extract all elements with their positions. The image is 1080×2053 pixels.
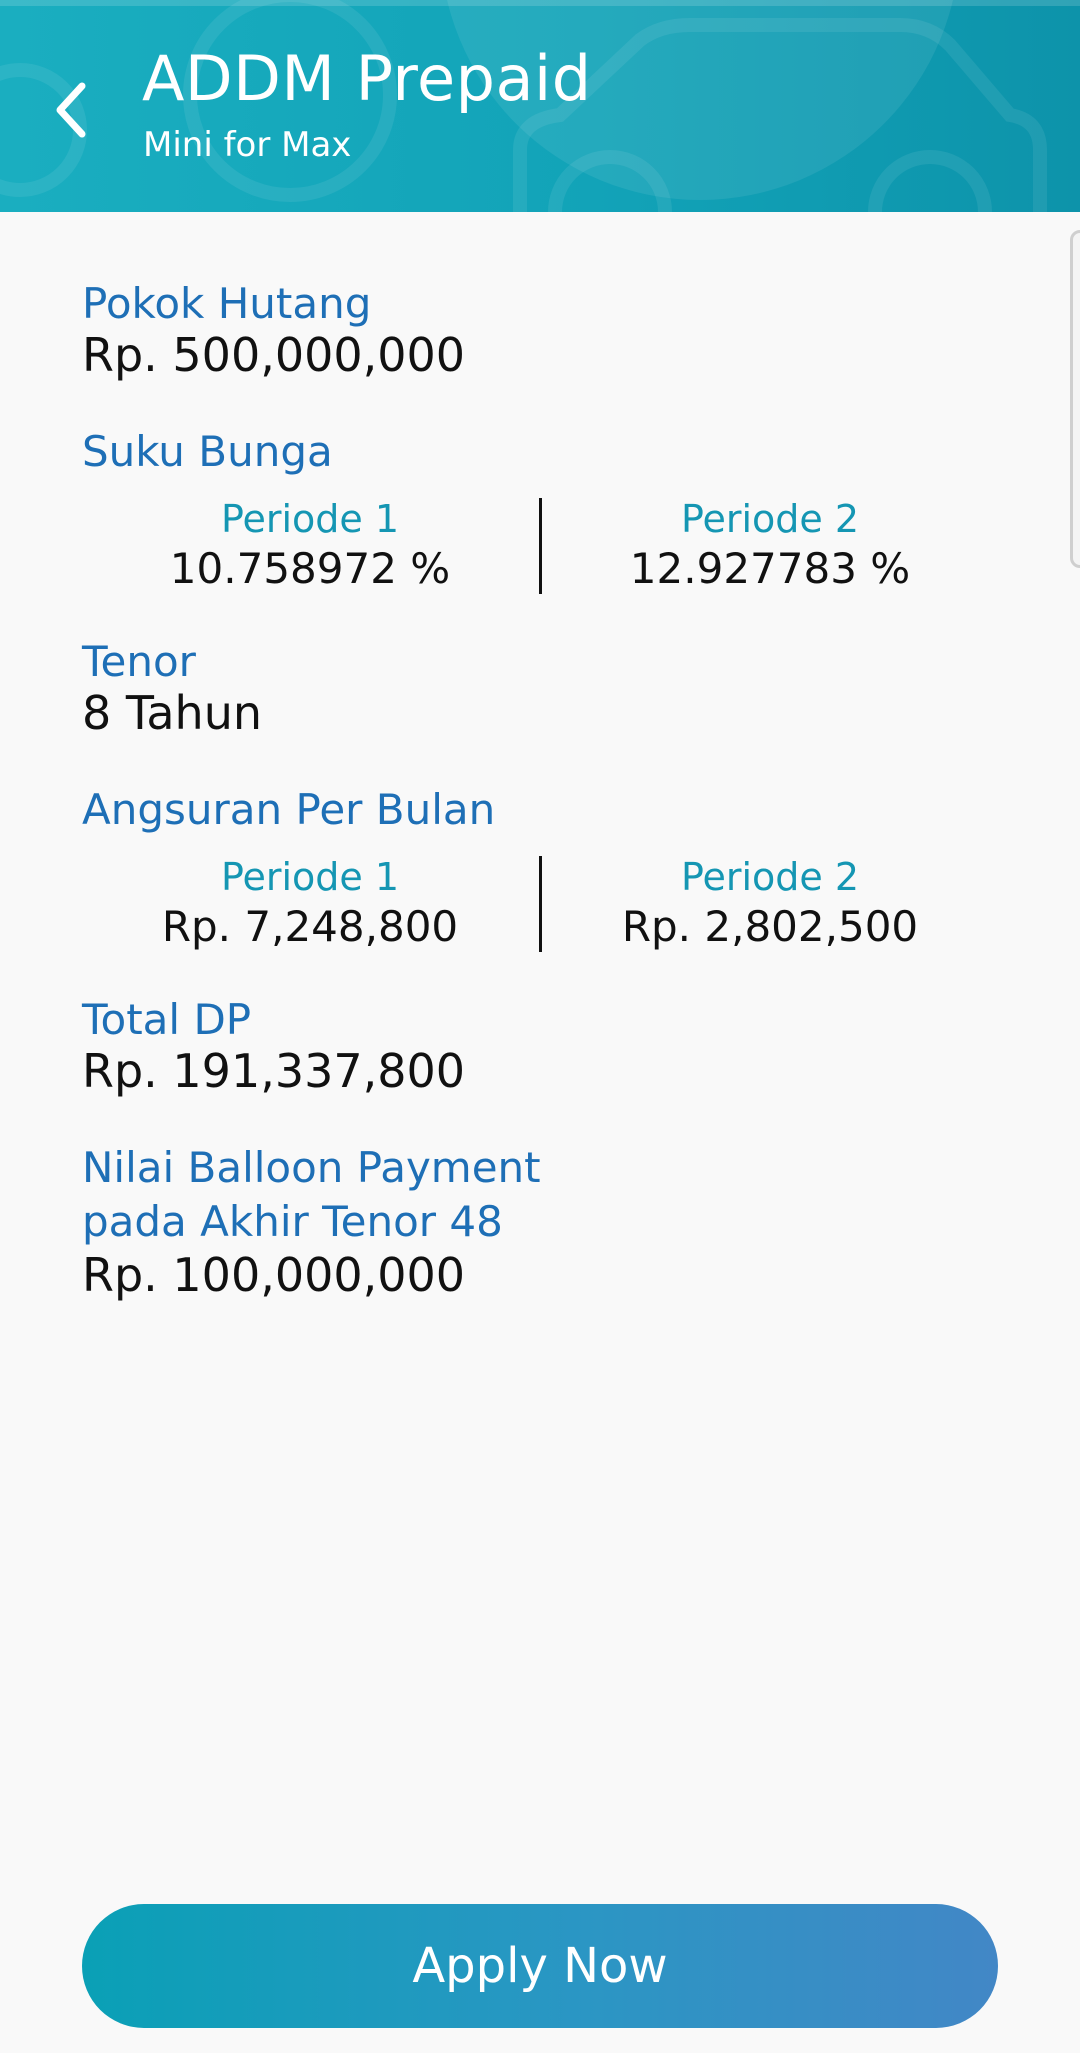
installment-period-2-value: Rp. 2,802,500 (621, 901, 919, 951)
balloon-label-line2: pada Akhir Tenor 48 (82, 1197, 503, 1246)
interest-period-1-value: 10.758972 % (169, 543, 451, 593)
page-subtitle: Mini for Max (143, 125, 352, 165)
installment-period-2-label: Periode 2 (680, 855, 860, 899)
interest-period-1: Periode 1 10.758972 % (80, 496, 540, 594)
apply-now-button[interactable]: Apply Now (82, 1904, 998, 2028)
interest-period-1-label: Periode 1 (220, 497, 400, 541)
chevron-left-icon (56, 82, 86, 138)
installment-period-1-value: Rp. 7,248,800 (161, 901, 459, 951)
tenor-label: Tenor (82, 637, 196, 686)
down-payment-label: Total DP (82, 995, 252, 1044)
interest-period-2-value: 12.927783 % (629, 543, 911, 593)
installment-period-1: Periode 1 Rp. 7,248,800 (80, 854, 540, 952)
scrollbar[interactable] (1070, 230, 1080, 568)
app-header: ADDM Prepaid Mini for Max (0, 0, 1080, 212)
interest-rate-label: Suku Bunga (82, 427, 333, 476)
installment-period-1-label: Periode 1 (220, 855, 400, 899)
tenor-value: 8 Tahun (82, 686, 263, 740)
installment-period-2: Periode 2 Rp. 2,802,500 (540, 854, 1000, 952)
installment-label: Angsuran Per Bulan (82, 785, 496, 834)
principal-value: Rp. 500,000,000 (82, 328, 466, 382)
page-title: ADDM Prepaid (142, 42, 592, 115)
interest-period-2-label: Periode 2 (680, 497, 860, 541)
balloon-label-line1: Nilai Balloon Payment (82, 1143, 541, 1192)
down-payment-value: Rp. 191,337,800 (82, 1044, 466, 1098)
principal-label: Pokok Hutang (82, 279, 372, 328)
interest-period-2: Periode 2 12.927783 % (540, 496, 1000, 594)
back-button[interactable] (40, 70, 100, 150)
balloon-value: Rp. 100,000,000 (82, 1248, 466, 1302)
